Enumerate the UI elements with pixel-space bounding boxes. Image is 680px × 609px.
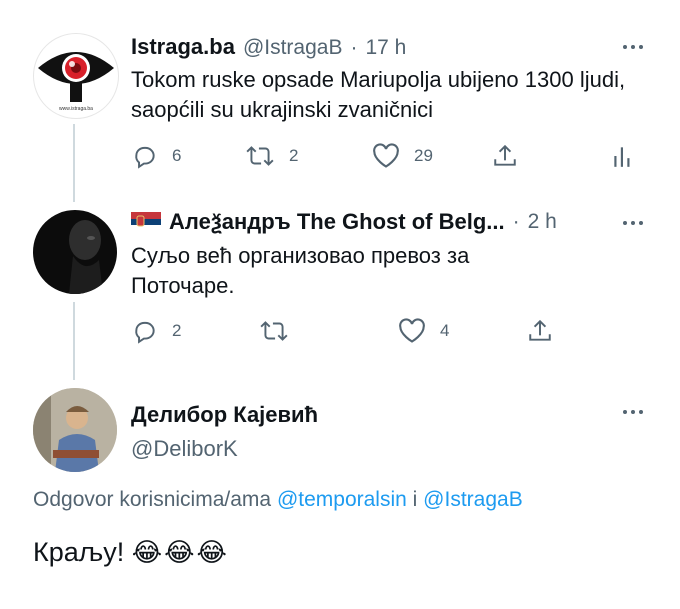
analytics-button[interactable] [612,143,634,169]
separator-dot: · [512,210,520,233]
retweet-icon [260,321,288,341]
like-button[interactable]: 4 [398,318,449,344]
share-icon [529,319,551,341]
more-options-icon[interactable] [623,45,643,49]
avatar-caption: www.istraga.ba [59,106,93,112]
heart-icon [373,143,399,168]
timestamp[interactable]: 2 h [528,210,557,234]
more-options-icon[interactable] [623,221,643,225]
reply-conjunction: i [412,488,418,511]
share-button[interactable] [527,318,553,344]
reply-prefix: Odgovor korisnicima/ama [33,488,272,511]
avatar-istraga[interactable]: www.istraga.ba [33,33,119,119]
retweet-button[interactable] [259,318,289,344]
like-count: 4 [440,321,450,340]
heart-icon [399,318,425,343]
share-button[interactable] [492,143,518,169]
reply-count: 2 [172,321,182,340]
display-name[interactable]: Istraga.ba [131,34,235,60]
like-count: 29 [414,146,433,165]
reply-context: Odgovor korisnicima/ama @temporalsin i @… [33,488,523,512]
tweet-text: Суљо већ организовао превоз за Поточаре. [131,243,470,298]
reply-button[interactable]: 6 [132,143,181,169]
tweet-text: Tokom ruske opsade Mariupolja ubijeno 13… [131,67,626,122]
tweet-text-row: Краљу! 😂😂😂 [33,532,229,572]
more-options-icon[interactable] [623,410,643,414]
laughing-emoji-icon: 😂😂😂 [131,537,229,567]
tweet-text: Краљу! [33,537,125,567]
avatar-aleksandr[interactable] [33,210,117,294]
display-name[interactable]: Делибор Кајевић [131,402,318,428]
share-icon [494,144,516,166]
reply-icon [135,321,155,344]
reply-icon [135,146,155,169]
retweet-button[interactable]: 2 [245,143,298,169]
handle[interactable]: @DeliborK [131,436,238,462]
like-button[interactable]: 29 [372,143,433,169]
display-name[interactable]: Алеѯандръ The Ghost of Belg... [169,209,505,235]
timestamp[interactable]: 17 h [365,36,406,60]
analytics-icon [614,147,630,167]
thread-connector [73,302,75,380]
reply-count: 6 [172,146,182,165]
person-photo-icon [33,388,117,472]
handle[interactable]: @IstragaB [243,36,343,60]
retweet-count: 2 [289,146,299,165]
avatar-delibor[interactable] [33,388,117,472]
thread-connector [73,124,75,202]
reply-button[interactable]: 2 [132,318,181,344]
ghost-face-icon [69,220,103,294]
separator-dot: · [350,36,358,59]
mention-temporalsin[interactable]: @temporalsin [277,488,407,511]
mention-istragab[interactable]: @IstragaB [423,488,523,511]
retweet-icon [246,146,274,166]
serbia-flag-icon [131,212,161,232]
